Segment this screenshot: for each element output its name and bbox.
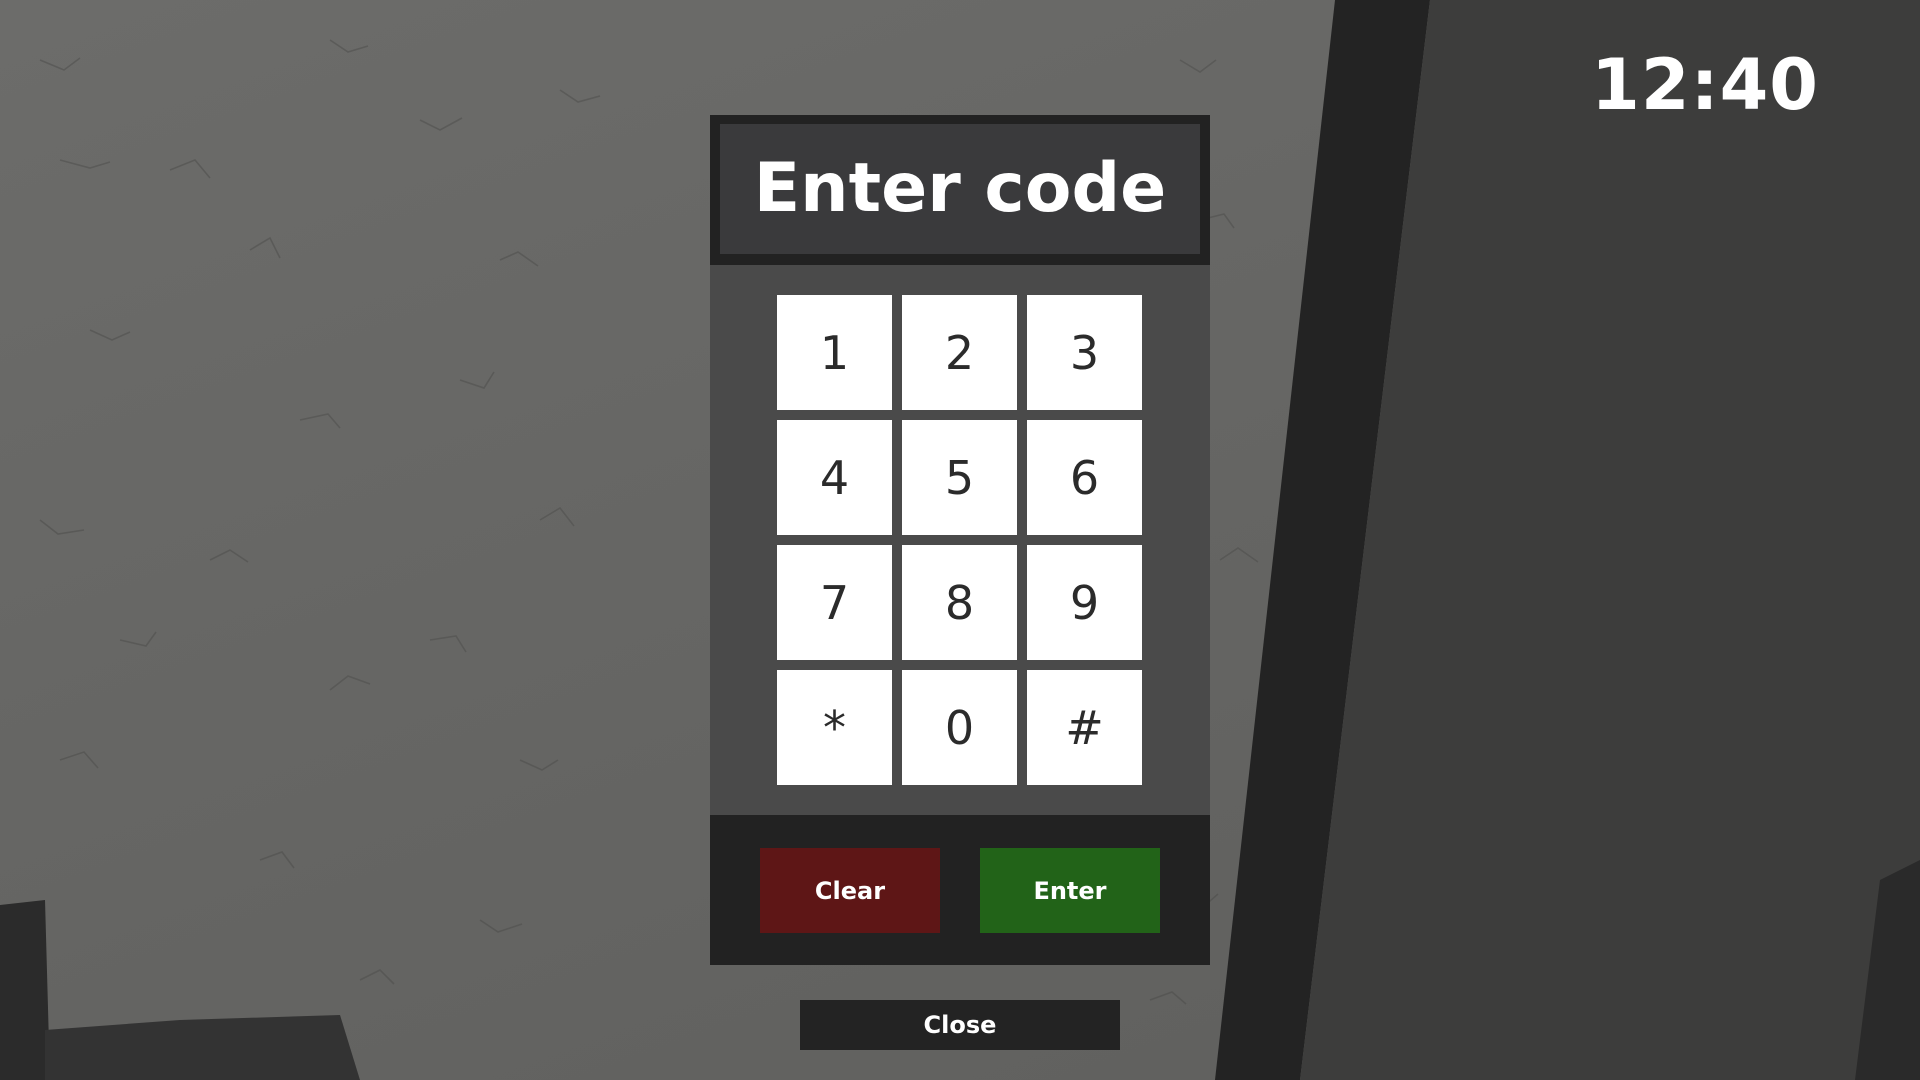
key-star[interactable]: * xyxy=(777,670,892,785)
key-7[interactable]: 7 xyxy=(777,545,892,660)
key-6[interactable]: 6 xyxy=(1027,420,1142,535)
dialog-header: Enter code xyxy=(720,124,1200,254)
key-1[interactable]: 1 xyxy=(777,295,892,410)
dialog-title: Enter code xyxy=(753,149,1167,228)
key-5[interactable]: 5 xyxy=(902,420,1017,535)
furniture-top xyxy=(45,1015,360,1080)
key-2[interactable]: 2 xyxy=(902,295,1017,410)
enter-button[interactable]: Enter xyxy=(980,848,1160,933)
keypad-dialog: Enter code 1 2 3 4 5 6 7 8 9 * 0 # Clear… xyxy=(710,115,1210,965)
key-9[interactable]: 9 xyxy=(1027,545,1142,660)
key-0[interactable]: 0 xyxy=(902,670,1017,785)
key-4[interactable]: 4 xyxy=(777,420,892,535)
clock-display: 12:40 xyxy=(1591,44,1819,126)
clear-button[interactable]: Clear xyxy=(760,848,940,933)
actions-bar: Clear Enter xyxy=(710,815,1210,965)
furniture-post xyxy=(0,900,50,1080)
keys-panel: 1 2 3 4 5 6 7 8 9 * 0 # xyxy=(710,265,1210,815)
key-hash[interactable]: # xyxy=(1027,670,1142,785)
key-3[interactable]: 3 xyxy=(1027,295,1142,410)
close-button[interactable]: Close xyxy=(800,1000,1120,1050)
key-8[interactable]: 8 xyxy=(902,545,1017,660)
